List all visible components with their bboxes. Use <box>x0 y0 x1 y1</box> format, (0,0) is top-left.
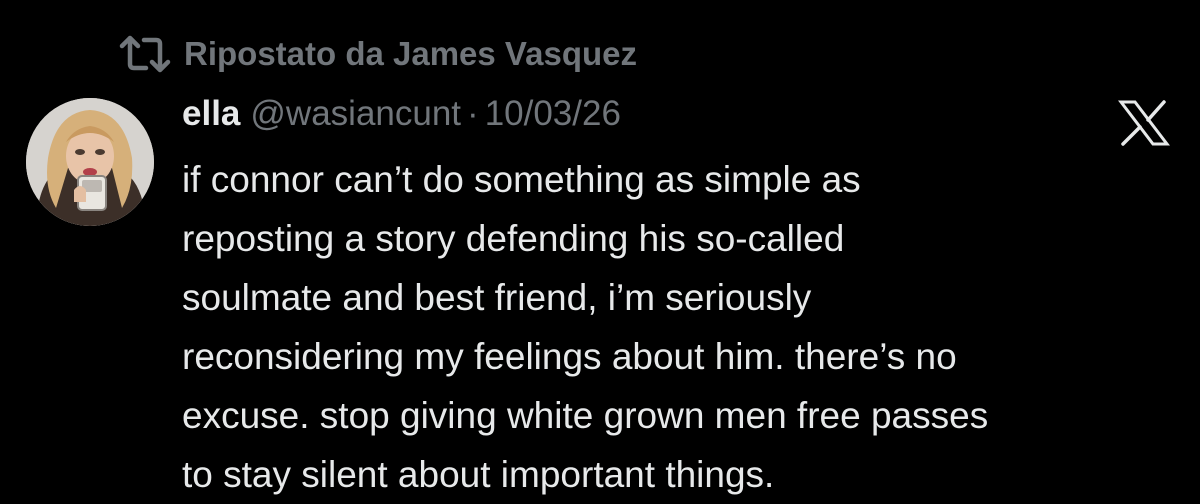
x-logo-icon <box>1117 100 1171 146</box>
tweet-text-line: soulmate and best friend, i’m seriously <box>182 277 812 318</box>
repost-context[interactable]: Ripostato da James Vasquez <box>118 32 637 76</box>
repost-label: Ripostato da James Vasquez <box>184 35 637 72</box>
tweet-text: if connor can’t do something as simple a… <box>182 150 1182 504</box>
tweet-text-line: if connor can’t do something as simple a… <box>182 159 861 200</box>
tweet-header: ella @wasiancunt · 10/03/26 <box>182 94 621 144</box>
tweet-text-line: reposting a story defending his so-calle… <box>182 218 845 259</box>
avatar[interactable] <box>26 98 154 226</box>
author-handle[interactable]: @wasiancunt <box>250 94 461 134</box>
repost-icon <box>118 34 172 74</box>
tweet-card[interactable]: Ripostato da James Vasquez ella @wasianc… <box>0 0 1200 504</box>
author-display-name[interactable]: ella <box>182 94 240 134</box>
tweet-text-line: excuse. stop giving white grown men free… <box>182 395 989 436</box>
tweet-date[interactable]: 10/03/26 <box>485 94 621 134</box>
tweet-text-line: to stay silent about important things. <box>182 454 775 495</box>
separator-dot: · <box>467 94 479 133</box>
tweet-text-line: reconsidering my feelings about him. the… <box>182 336 957 377</box>
